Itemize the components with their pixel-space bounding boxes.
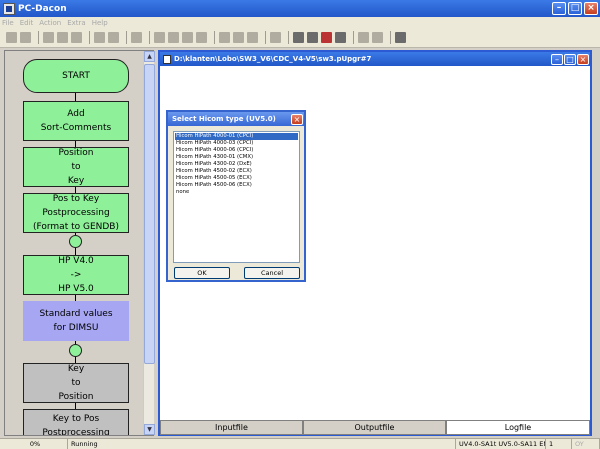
document-title: D:\klanten\Lobo\SW3_V6\CDC_V4-V5\sw3.pUp… — [174, 55, 372, 63]
toolbar-separator — [214, 31, 215, 44]
status-mode: OY — [572, 439, 600, 449]
redo-icon[interactable] — [108, 32, 119, 43]
undo-icon[interactable] — [94, 32, 105, 43]
select-hicom-dialog: Select Hicom type (UV5.0) × Hicom HiPath… — [166, 110, 306, 282]
tab-logfile[interactable]: Logfile — [446, 421, 590, 435]
close-button[interactable]: × — [584, 2, 598, 15]
document-minimize-button[interactable]: – — [551, 53, 563, 65]
stop-icon[interactable] — [335, 32, 346, 43]
align-center-icon[interactable] — [233, 32, 244, 43]
debug-icon[interactable] — [321, 32, 332, 43]
flow-pos-to-key-postprocessing[interactable]: Pos to Key Postprocessing (Format to GEN… — [23, 193, 129, 233]
hicom-type-option[interactable]: Hicom HiPath 4300-02 (DxE) — [175, 161, 298, 168]
minimize-button[interactable]: – — [552, 2, 566, 15]
flow-position-to-key[interactable]: Position to Key — [23, 147, 129, 187]
open-icon[interactable] — [6, 32, 17, 43]
flow-start[interactable]: START — [23, 59, 129, 93]
cancel-button[interactable]: Cancel — [244, 267, 300, 279]
flow-canvas: START Add Sort-Comments Position to Key … — [5, 51, 143, 435]
status-page: 1 — [546, 439, 572, 449]
scroll-up-icon[interactable]: ▲ — [144, 51, 155, 62]
toolbar-separator — [89, 31, 90, 44]
hicom-type-option[interactable]: Hicom HiPath 4000-01 (CPCI) — [175, 133, 298, 140]
tile-icon[interactable] — [154, 32, 165, 43]
tools-icon[interactable] — [270, 32, 281, 43]
document-maximize-button[interactable]: □ — [564, 53, 576, 65]
document-close-button[interactable]: × — [577, 53, 589, 65]
toolbar-separator — [265, 31, 266, 44]
align-right-icon[interactable] — [247, 32, 258, 43]
menu-extra[interactable]: Extra — [67, 19, 85, 27]
save-icon[interactable] — [20, 32, 31, 43]
hicom-type-option[interactable]: Hicom HiPath 4000-06 (CPCI) — [175, 147, 298, 154]
menu-edit[interactable]: Edit — [20, 19, 34, 27]
window-title: PC-Dacon — [18, 3, 67, 14]
link-icon[interactable] — [358, 32, 369, 43]
status-version: UV4.0-SA1t UV5.0-SA11 ENG — [456, 439, 546, 449]
copy-icon[interactable] — [57, 32, 68, 43]
document-title-bar: D:\klanten\Lobo\SW3_V6\CDC_V4-V5\sw3.pUp… — [160, 52, 590, 66]
hicom-type-option[interactable]: Hicom HiPath 4300-01 (CMX) — [175, 154, 298, 161]
cut-icon[interactable] — [43, 32, 54, 43]
toolbar-separator — [390, 31, 391, 44]
hicom-type-option[interactable]: Hicom HiPath 4000-03 (CPCI) — [175, 140, 298, 147]
align-left-icon[interactable] — [219, 32, 230, 43]
cascade-icon[interactable] — [168, 32, 179, 43]
tab-outputfile[interactable]: Outputfile — [303, 421, 446, 435]
flow-key-to-position[interactable]: Key to Position — [23, 363, 129, 403]
help-icon[interactable] — [395, 32, 406, 43]
toolbar-separator — [38, 31, 39, 44]
title-bar: PC-Dacon – □ × — [0, 0, 600, 17]
hicom-type-option[interactable]: Hicom HiPath 4500-05 (ECX) — [175, 175, 298, 182]
flow-hp-version[interactable]: HP V4.0 -> HP V5.0 — [23, 255, 129, 295]
flow-junction — [69, 344, 82, 357]
paste-icon[interactable] — [71, 32, 82, 43]
hicom-type-option[interactable]: Hicom HiPath 4500-06 (ECX) — [175, 182, 298, 189]
flow-scrollbar[interactable]: ▲ ▼ — [143, 51, 155, 435]
status-state: Running — [68, 439, 456, 449]
split-icon[interactable] — [196, 32, 207, 43]
flow-junction — [69, 235, 82, 248]
toolbar-separator — [288, 31, 289, 44]
step-icon[interactable] — [293, 32, 304, 43]
toolbar-separator — [149, 31, 150, 44]
status-bar: 0% Running UV4.0-SA1t UV5.0-SA11 ENG 1 O… — [0, 438, 600, 449]
app-icon[interactable] — [3, 2, 15, 15]
flow-standard-values[interactable]: Standard values for DIMSU — [23, 301, 129, 341]
run-icon[interactable] — [307, 32, 318, 43]
toolbar-separator — [126, 31, 127, 44]
dialog-close-button[interactable]: × — [291, 113, 303, 125]
dialog-title-bar: Select Hicom type (UV5.0) × — [168, 112, 304, 126]
maximize-button[interactable]: □ — [568, 2, 582, 15]
ok-button[interactable]: OK — [174, 267, 230, 279]
hicom-type-list[interactable]: Hicom HiPath 4000-01 (CPCI) Hicom HiPath … — [173, 131, 300, 263]
document-icon — [163, 54, 171, 64]
menu-file[interactable]: File — [2, 19, 14, 27]
toolbar-separator — [353, 31, 354, 44]
scroll-down-icon[interactable]: ▼ — [144, 424, 155, 435]
dialog-title: Select Hicom type (UV5.0) — [172, 115, 276, 123]
menu-action[interactable]: Action — [39, 19, 61, 27]
hicom-type-option[interactable]: none — [175, 189, 298, 196]
status-progress: 0% — [0, 439, 68, 449]
flow-key-to-pos-postprocessing[interactable]: Key to Pos Postprocessing — [23, 409, 129, 435]
flow-panel: START Add Sort-Comments Position to Key … — [4, 50, 155, 436]
print-icon[interactable] — [131, 32, 142, 43]
document-tabs: Inputfile Outputfile Logfile — [160, 420, 590, 435]
flow-add-sort-comments[interactable]: Add Sort-Comments — [23, 101, 129, 141]
scroll-thumb[interactable] — [144, 64, 155, 364]
menu-help[interactable]: Help — [92, 19, 108, 27]
menu-bar: File Edit Action Extra Help — [0, 17, 600, 28]
hicom-type-option[interactable]: Hicom HiPath 4500-02 (ECX) — [175, 168, 298, 175]
tab-inputfile[interactable]: Inputfile — [160, 421, 303, 435]
window-icon[interactable] — [182, 32, 193, 43]
search-icon[interactable] — [372, 32, 383, 43]
toolbar — [0, 28, 600, 48]
